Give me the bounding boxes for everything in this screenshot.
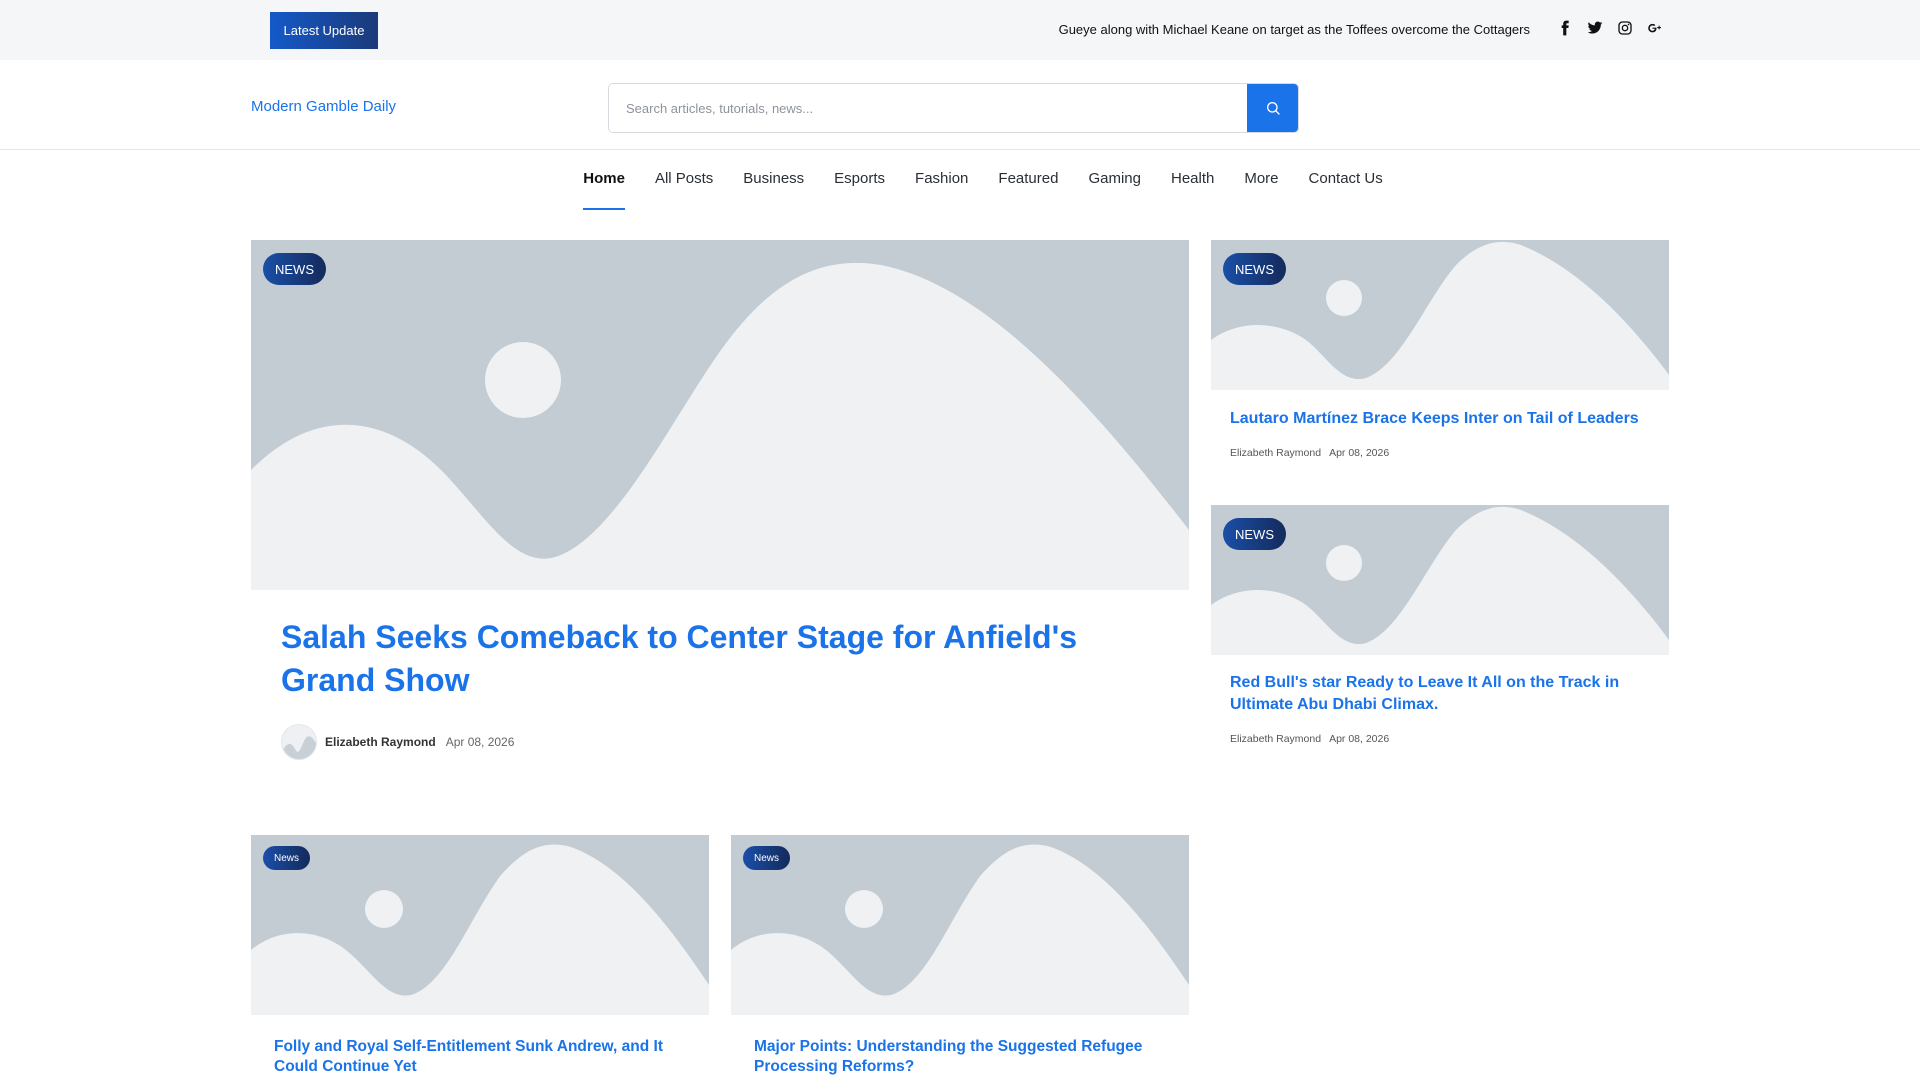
site-logo[interactable]: Modern Gamble Daily bbox=[251, 98, 396, 115]
side-post-title[interactable]: Lautaro Martínez Brace Keeps Inter on Ta… bbox=[1230, 408, 1650, 430]
nav-item-business[interactable]: Business bbox=[728, 150, 819, 212]
author-name[interactable]: Elizabeth Raymond bbox=[1230, 733, 1321, 745]
nav-item-home[interactable]: Home bbox=[568, 150, 640, 212]
search-bar bbox=[608, 83, 1299, 133]
main-nav: Home All Posts Business Esports Fashion Featu… bbox=[0, 150, 1920, 212]
side-post-image[interactable]: NEWS bbox=[1211, 505, 1669, 655]
search-icon bbox=[1266, 102, 1280, 115]
post-date: Apr 08, 2026 bbox=[1329, 733, 1390, 745]
grid-post-title[interactable]: Folly and Royal Self-Entitlement Sunk An… bbox=[274, 1037, 674, 1077]
grid-post-title[interactable]: Major Points: Understanding the Suggeste… bbox=[754, 1037, 1154, 1077]
hero-title[interactable]: Salah Seeks Comeback to Center Stage for… bbox=[281, 616, 1161, 702]
google-plus-icon[interactable] bbox=[1646, 18, 1664, 38]
instagram-icon[interactable] bbox=[1616, 18, 1634, 38]
category-badge[interactable]: NEWS bbox=[1223, 518, 1286, 550]
nav-item-health[interactable]: Health bbox=[1156, 150, 1229, 212]
hero-meta: Elizabeth Raymond Apr 08, 2026 bbox=[281, 724, 514, 760]
nav-item-contact-us[interactable]: Contact Us bbox=[1294, 150, 1398, 212]
nav-item-all-posts[interactable]: All Posts bbox=[640, 150, 728, 212]
side-post-meta: Elizabeth Raymond Apr 08, 2026 bbox=[1230, 447, 1389, 459]
top-bar: Latest Update Gueye along with Michael K… bbox=[0, 0, 1920, 60]
post-date: Apr 08, 2026 bbox=[445, 735, 515, 749]
nav-item-more[interactable]: More bbox=[1229, 150, 1293, 212]
image-placeholder-icon bbox=[251, 835, 709, 1015]
category-badge[interactable]: NEWS bbox=[1223, 253, 1286, 285]
news-ticker[interactable]: Gueye along with Michael Keane on target… bbox=[1059, 22, 1530, 37]
side-post-title[interactable]: Red Bull's star Ready to Leave It All on… bbox=[1230, 672, 1650, 716]
post-date: Apr 08, 2026 bbox=[1329, 447, 1390, 459]
search-button[interactable] bbox=[1247, 84, 1298, 132]
nav-item-featured[interactable]: Featured bbox=[983, 150, 1073, 212]
category-badge[interactable]: News bbox=[263, 846, 311, 870]
side-post-image[interactable]: NEWS bbox=[1211, 240, 1669, 390]
side-post-meta: Elizabeth Raymond Apr 08, 2026 bbox=[1230, 733, 1389, 745]
twitter-icon[interactable] bbox=[1586, 18, 1604, 38]
social-links bbox=[1556, 18, 1664, 38]
category-badge[interactable]: News bbox=[743, 846, 791, 870]
nav-item-gaming[interactable]: Gaming bbox=[1073, 150, 1156, 212]
site-header: Modern Gamble Daily bbox=[0, 60, 1920, 150]
grid-post-image[interactable]: News bbox=[731, 835, 1189, 1015]
image-placeholder-icon bbox=[731, 835, 1189, 1015]
search-input[interactable] bbox=[609, 84, 1247, 132]
grid-post-image[interactable]: News bbox=[251, 835, 709, 1015]
hero-image[interactable]: NEWS bbox=[251, 240, 1189, 590]
author-avatar[interactable] bbox=[281, 724, 317, 760]
category-badge[interactable]: NEWS bbox=[263, 253, 326, 285]
author-name[interactable]: Elizabeth Raymond bbox=[1230, 447, 1321, 459]
nav-item-esports[interactable]: Esports bbox=[819, 150, 900, 212]
image-placeholder-icon bbox=[251, 240, 1189, 590]
facebook-icon[interactable] bbox=[1556, 18, 1574, 38]
author-name[interactable]: Elizabeth Raymond bbox=[325, 735, 436, 749]
nav-item-fashion[interactable]: Fashion bbox=[900, 150, 983, 212]
latest-update-button[interactable]: Latest Update bbox=[270, 12, 378, 49]
